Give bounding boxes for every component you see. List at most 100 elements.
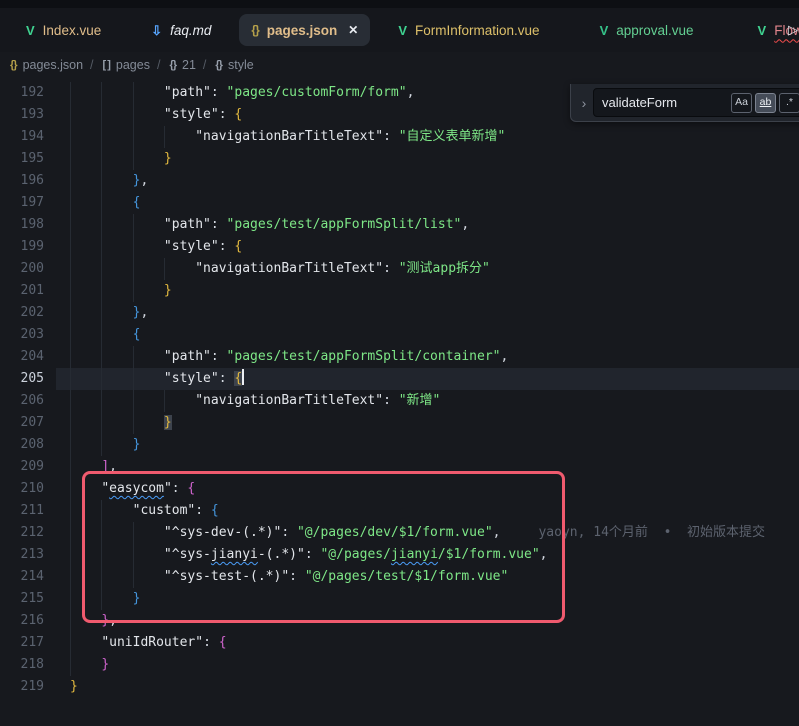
code-line-content[interactable]: } bbox=[56, 676, 799, 698]
code-line-content[interactable]: } bbox=[56, 280, 799, 302]
line-number[interactable]: 202 bbox=[0, 302, 56, 324]
code-row-209[interactable]: 209 ], bbox=[0, 456, 799, 478]
code-line-content[interactable]: "custom": { bbox=[56, 500, 799, 522]
regex-toggle[interactable]: .* bbox=[779, 93, 799, 113]
find-input[interactable]: validateForm Aaab.* bbox=[593, 88, 799, 117]
code-row-201[interactable]: 201 } bbox=[0, 280, 799, 302]
code-row-211[interactable]: 211 "custom": { bbox=[0, 500, 799, 522]
code-line-content[interactable]: }, bbox=[56, 302, 799, 324]
code-token: } bbox=[133, 437, 141, 452]
line-number[interactable]: 212 bbox=[0, 522, 56, 544]
breadcrumb-item-21[interactable]: {}21 bbox=[167, 58, 195, 72]
line-number[interactable]: 201 bbox=[0, 280, 56, 302]
line-number[interactable]: 198 bbox=[0, 214, 56, 236]
line-number[interactable]: 218 bbox=[0, 654, 56, 676]
line-number[interactable]: 194 bbox=[0, 126, 56, 148]
code-line-content[interactable]: "easycom": { bbox=[56, 478, 799, 500]
code-row-195[interactable]: 195 } bbox=[0, 148, 799, 170]
code-line-content[interactable]: } bbox=[56, 654, 799, 676]
code-row-208[interactable]: 208 } bbox=[0, 434, 799, 456]
code-row-216[interactable]: 216 }, bbox=[0, 610, 799, 632]
code-row-199[interactable]: 199 "style": { bbox=[0, 236, 799, 258]
line-number[interactable]: 199 bbox=[0, 236, 56, 258]
code-line-content[interactable]: }, bbox=[56, 170, 799, 192]
code-line-content[interactable]: "^sys-jianyi-(.*)": "@/pages/jianyi/$1/f… bbox=[56, 544, 799, 566]
code-line-content[interactable]: "uniIdRouter": { bbox=[56, 632, 799, 654]
line-number[interactable]: 208 bbox=[0, 434, 56, 456]
code-line-content[interactable]: "path": "pages/test/appFormSplit/contain… bbox=[56, 346, 799, 368]
line-number[interactable]: 210 bbox=[0, 478, 56, 500]
line-number[interactable]: 203 bbox=[0, 324, 56, 346]
tab-forminformation-vue[interactable]: VFormInformation.vue bbox=[386, 14, 551, 46]
code-row-194[interactable]: 194 "navigationBarTitleText": "自定义表单新增" bbox=[0, 126, 799, 148]
code-row-206[interactable]: 206 "navigationBarTitleText": "新增" bbox=[0, 390, 799, 412]
code-editor[interactable]: 192 "path": "pages/customForm/form",193 … bbox=[0, 78, 799, 698]
code-row-204[interactable]: 204 "path": "pages/test/appFormSplit/con… bbox=[0, 346, 799, 368]
breadcrumb-item-pages[interactable]: [ ]pages bbox=[101, 58, 150, 72]
code-line-content[interactable]: "navigationBarTitleText": "新增" bbox=[56, 390, 799, 412]
line-number[interactable]: 207 bbox=[0, 412, 56, 434]
code-row-197[interactable]: 197 { bbox=[0, 192, 799, 214]
code-row-200[interactable]: 200 "navigationBarTitleText": "测试app拆分" bbox=[0, 258, 799, 280]
code-row-205[interactable]: 205 "style": { bbox=[0, 368, 799, 390]
tab-faq-md[interactable]: ⇩faq.md bbox=[139, 14, 223, 46]
line-number[interactable]: 200 bbox=[0, 258, 56, 280]
line-number[interactable]: 209 bbox=[0, 456, 56, 478]
breadcrumb-item-pages-json[interactable]: {}pages.json bbox=[8, 58, 83, 72]
code-row-217[interactable]: 217 "uniIdRouter": { bbox=[0, 632, 799, 654]
code-line-content[interactable]: } bbox=[56, 412, 799, 434]
line-number[interactable]: 204 bbox=[0, 346, 56, 368]
tab-index-vue[interactable]: VIndex.vue bbox=[14, 14, 113, 46]
code-line-content[interactable]: { bbox=[56, 324, 799, 346]
code-line-content[interactable]: "style": { bbox=[56, 368, 799, 390]
code-row-219[interactable]: 219} bbox=[0, 676, 799, 698]
line-number[interactable]: 217 bbox=[0, 632, 56, 654]
line-number[interactable]: 216 bbox=[0, 610, 56, 632]
whole-word-toggle[interactable]: ab bbox=[755, 93, 776, 113]
code-row-202[interactable]: 202 }, bbox=[0, 302, 799, 324]
code-line-content[interactable]: "style": { bbox=[56, 236, 799, 258]
tab-approval-vue[interactable]: Vapproval.vue bbox=[588, 14, 706, 46]
code-line-content[interactable]: { bbox=[56, 192, 799, 214]
code-line-content[interactable]: } bbox=[56, 588, 799, 610]
line-number[interactable]: 219 bbox=[0, 676, 56, 698]
line-number[interactable]: 213 bbox=[0, 544, 56, 566]
code-line-content[interactable]: "^sys-dev-(.*)": "@/pages/dev/$1/form.vu… bbox=[56, 522, 799, 544]
line-number[interactable]: 193 bbox=[0, 104, 56, 126]
code-line-content[interactable]: } bbox=[56, 148, 799, 170]
tabs-overflow-chevron-icon[interactable]: ▷ bbox=[788, 22, 798, 38]
line-number[interactable]: 197 bbox=[0, 192, 56, 214]
match-case-toggle[interactable]: Aa bbox=[731, 93, 752, 113]
code-line-content[interactable]: "^sys-test-(.*)": "@/pages/test/$1/form.… bbox=[56, 566, 799, 588]
breadcrumb-item-style[interactable]: {}style bbox=[213, 58, 253, 72]
find-expand-chevron-icon[interactable]: › bbox=[575, 95, 593, 111]
code-line-content[interactable]: "navigationBarTitleText": "自定义表单新增" bbox=[56, 126, 799, 148]
line-number[interactable]: 215 bbox=[0, 588, 56, 610]
line-number[interactable]: 192 bbox=[0, 82, 56, 104]
code-row-213[interactable]: 213 "^sys-jianyi-(.*)": "@/pages/jianyi/… bbox=[0, 544, 799, 566]
code-row-210[interactable]: 210 "easycom": { bbox=[0, 478, 799, 500]
line-number[interactable]: 214 bbox=[0, 566, 56, 588]
code-row-214[interactable]: 214 "^sys-test-(.*)": "@/pages/test/$1/f… bbox=[0, 566, 799, 588]
code-row-198[interactable]: 198 "path": "pages/test/appFormSplit/lis… bbox=[0, 214, 799, 236]
indent-guide bbox=[70, 544, 71, 566]
code-line-content[interactable]: "navigationBarTitleText": "测试app拆分" bbox=[56, 258, 799, 280]
line-number[interactable]: 196 bbox=[0, 170, 56, 192]
code-line-content[interactable]: ], bbox=[56, 456, 799, 478]
indent-guide bbox=[70, 192, 71, 214]
code-row-207[interactable]: 207 } bbox=[0, 412, 799, 434]
code-line-content[interactable]: "path": "pages/test/appFormSplit/list", bbox=[56, 214, 799, 236]
code-row-196[interactable]: 196 }, bbox=[0, 170, 799, 192]
line-number[interactable]: 195 bbox=[0, 148, 56, 170]
code-line-content[interactable]: }, bbox=[56, 610, 799, 632]
line-number[interactable]: 205 bbox=[0, 368, 56, 390]
code-line-content[interactable]: } bbox=[56, 434, 799, 456]
code-row-212[interactable]: 212 "^sys-dev-(.*)": "@/pages/dev/$1/for… bbox=[0, 522, 799, 544]
line-number[interactable]: 206 bbox=[0, 390, 56, 412]
tab-pages-json[interactable]: {}pages.json✕ bbox=[239, 14, 370, 46]
close-icon[interactable]: ✕ bbox=[348, 23, 358, 37]
code-row-203[interactable]: 203 { bbox=[0, 324, 799, 346]
code-row-215[interactable]: 215 } bbox=[0, 588, 799, 610]
line-number[interactable]: 211 bbox=[0, 500, 56, 522]
code-row-218[interactable]: 218 } bbox=[0, 654, 799, 676]
